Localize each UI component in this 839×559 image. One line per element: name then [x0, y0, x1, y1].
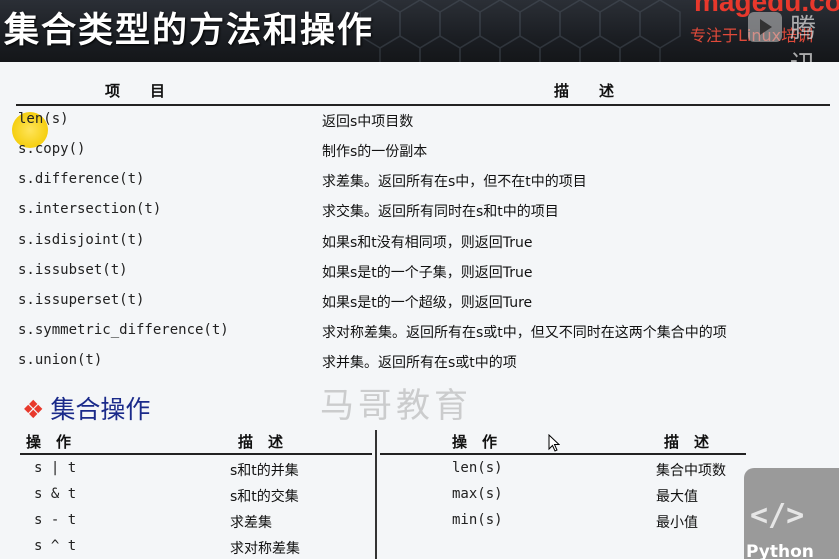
ops-left-op: s - t — [34, 512, 77, 528]
column-header-desc: 描 述 — [554, 82, 615, 100]
ops-header-divider-left — [20, 453, 372, 455]
code-brackets-icon: </> — [750, 498, 805, 533]
ops-right-desc: 集合中项数 — [656, 463, 726, 479]
ops-header-op: 操 作 — [26, 433, 72, 451]
method-name: s.union(t) — [18, 352, 103, 368]
ops-column-separator — [375, 430, 377, 559]
ops-left-op: s & t — [34, 486, 77, 502]
ops-left-op: s ^ t — [34, 538, 77, 554]
ops-right-op: max(s) — [452, 486, 503, 502]
page-title: 集合类型的方法和操作 — [4, 11, 375, 51]
method-name: s.copy() — [18, 141, 86, 157]
table-row: s.isdisjoint(t) 如果s和t没有相同项，则返回True — [0, 232, 839, 262]
title-banner: 集合类型的方法和操作 magedu.com 专注于Linux培训 腾讯 — [0, 0, 839, 62]
table-row: s.symmetric_difference(t) 求对称差集。返回所有在s或t… — [0, 322, 839, 352]
ops-right-op: min(s) — [452, 512, 503, 528]
ops-header-op-right: 操 作 — [452, 433, 498, 451]
table-row: s.issuperset(t) 如果s是t的一个超级，则返回Ture — [0, 292, 839, 322]
table-row: len(s) 返回s中项目数 — [0, 111, 839, 141]
diamond-bullet-icon: ❖ — [22, 395, 45, 424]
section-title-text: 集合操作 — [50, 395, 151, 424]
method-name: s.difference(t) — [18, 171, 145, 187]
ops-header-desc-right: 描 述 — [664, 433, 710, 451]
python-badge: </> Python — [744, 468, 839, 559]
header-divider — [16, 104, 830, 106]
method-desc: 返回s中项目数 — [322, 114, 414, 130]
ops-left-desc: 求对称差集 — [230, 541, 300, 557]
table-row: s.difference(t) 求差集。返回所有在s中，但不在t中的项目 — [0, 171, 839, 201]
table-row: s.issubset(t) 如果s是t的一个子集，则返回True — [0, 262, 839, 292]
magedu-watermark: 马哥教育 — [320, 386, 472, 426]
method-desc: 如果s是t的一个子集，则返回True — [322, 265, 533, 281]
method-name: s.intersection(t) — [18, 201, 162, 217]
ops-right-desc: 最大值 — [656, 489, 698, 505]
ops-left-desc: 求差集 — [230, 515, 272, 531]
method-desc: 求对称差集。返回所有在s或t中，但又不同时在这两个集合中的项 — [322, 325, 727, 341]
python-badge-label: Python — [746, 542, 814, 559]
method-desc: 制作s的一份副本 — [322, 144, 428, 160]
method-name: s.issuperset(t) — [18, 292, 145, 308]
method-name: s.symmetric_difference(t) — [18, 322, 229, 338]
method-desc: 如果s是t的一个超级，则返回Ture — [322, 295, 533, 311]
method-name: len(s) — [18, 111, 69, 127]
method-desc: 如果s和t没有相同项，则返回True — [322, 235, 533, 251]
tencent-watermark: 腾讯 — [790, 14, 817, 62]
ops-right-op: len(s) — [452, 460, 503, 476]
method-desc: 求交集。返回所有同时在s和t中的项目 — [322, 204, 559, 220]
table-row: s.intersection(t) 求交集。返回所有同时在s和t中的项目 — [0, 201, 839, 231]
ops-left-op: s | t — [34, 460, 77, 476]
video-play-icon — [748, 12, 782, 42]
column-header-item: 项 目 — [105, 82, 166, 100]
ops-header-desc: 描 述 — [238, 433, 284, 451]
ops-left-desc: s和t的交集 — [230, 489, 299, 505]
mouse-pointer-icon — [548, 434, 560, 452]
ops-header-divider-right — [380, 453, 746, 455]
ops-right-desc: 最小值 — [656, 515, 698, 531]
method-name: s.isdisjoint(t) — [18, 232, 145, 248]
method-desc: 求差集。返回所有在s中，但不在t中的项目 — [322, 174, 587, 190]
method-name: s.issubset(t) — [18, 262, 128, 278]
ops-left-desc: s和t的并集 — [230, 463, 299, 479]
table-row: s.copy() 制作s的一份副本 — [0, 141, 839, 171]
section-title: ❖ 集合操作 — [22, 390, 150, 426]
method-desc: 求并集。返回所有在s或t中的项 — [322, 355, 517, 371]
